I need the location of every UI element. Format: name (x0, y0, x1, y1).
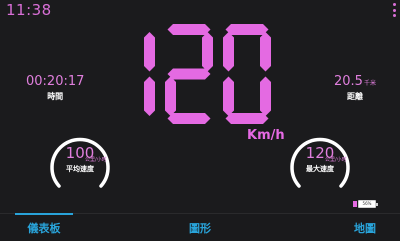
speed-digit-segment (165, 76, 176, 116)
max-speed-gauge: 120 公里/小时 最大速度 (287, 131, 353, 197)
trip-distance: 20.5千米 距離 (334, 74, 376, 102)
trip-duration: 00:20:17 時間 (26, 74, 84, 102)
status-time: 11:38 (6, 1, 52, 19)
speed-digit-segment (223, 76, 234, 116)
speed-digit-segment (225, 113, 269, 124)
average-speed-unit: 公里/小时 (85, 157, 107, 163)
speed-digit-segment (167, 24, 211, 35)
speed-digit-segment (167, 68, 211, 80)
battery-icon: 56% (358, 200, 378, 208)
speed-unit: Km/h (247, 128, 285, 143)
trip-duration-label: 時間 (47, 92, 64, 101)
tab-graph[interactable]: 圖形 (172, 214, 228, 241)
max-speed-unit: 公里/小时 (325, 157, 347, 163)
speed-digit-segment (144, 76, 155, 116)
speed-digit-segment (225, 24, 269, 35)
tab-dashboard[interactable]: 儀表板 (15, 213, 73, 241)
trip-distance-unit: 千米 (363, 80, 376, 87)
battery-percent: 56% (362, 201, 372, 206)
speed-digit-segment (167, 113, 211, 124)
speed-digit-segment (202, 32, 213, 72)
speed-digit-segment (260, 32, 271, 72)
speed-digit-segment (144, 32, 155, 72)
overflow-menu-icon[interactable] (392, 3, 396, 17)
speed-digit-segment (223, 32, 234, 72)
speed-digit-segment (260, 76, 271, 116)
trip-duration-value: 00:20:17 (26, 74, 85, 89)
tab-map[interactable]: 地圖 (337, 214, 393, 241)
battery-mark-icon (353, 201, 357, 207)
max-speed-label: 最大速度 (306, 165, 334, 173)
trip-distance-label: 距離 (346, 92, 363, 101)
average-speed-gauge: 100 公里/小时 平均速度 (47, 131, 113, 197)
speed-readout (144, 24, 271, 124)
trip-distance-value: 20.5 (334, 74, 363, 89)
average-speed-label: 平均速度 (66, 165, 94, 173)
bottom-tab-bar: 儀表板 圖形 地圖 (0, 213, 400, 241)
